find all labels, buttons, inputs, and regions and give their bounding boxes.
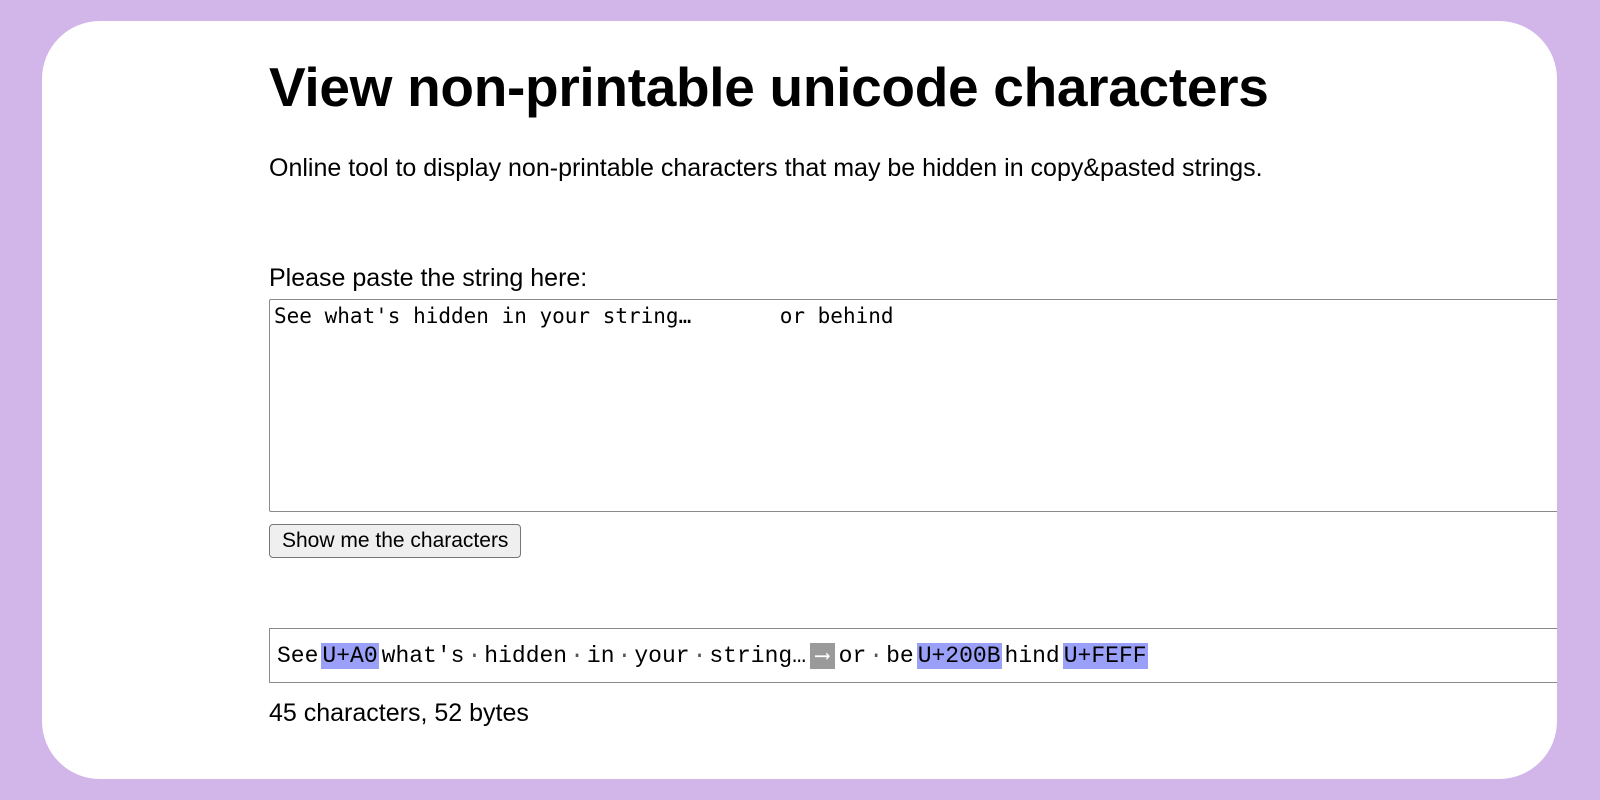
character-stats: 45 characters, 52 bytes [269,699,529,727]
output-text: your [634,642,690,669]
output-text: hind [1004,642,1060,669]
output-text: be [886,642,914,669]
page-title: View non-printable unicode characters [269,56,1269,118]
codepoint-marker: U+FEFF [1062,642,1148,669]
string-input[interactable]: See what's hidden in your string… or beh… [269,299,1557,512]
space-marker: · [570,642,584,669]
content-card: View non-printable unicode characters On… [42,21,1557,779]
show-characters-button[interactable]: Show me the characters [269,524,522,558]
output-text: what's [381,642,465,669]
output-text: in [586,642,615,669]
output-text: string… [709,642,806,669]
space-marker: · [869,642,884,669]
space-marker: · [467,642,482,669]
output-text: See [277,642,319,669]
input-label: Please paste the string here: [269,264,588,292]
character-output: See U+A0 what's · hidden · in · your · string… ⟶ or ·… [269,628,1557,683]
codepoint-marker: U+200B [916,642,1002,669]
codepoint-marker: U+A0 [321,642,379,669]
tab-marker: ⟶ [810,642,835,669]
output-text: or [838,642,867,669]
space-marker: · [692,642,707,669]
page-subtitle: Online tool to display non-printable cha… [269,154,1263,182]
space-marker: · [617,642,632,669]
output-text: hidden [484,642,568,669]
